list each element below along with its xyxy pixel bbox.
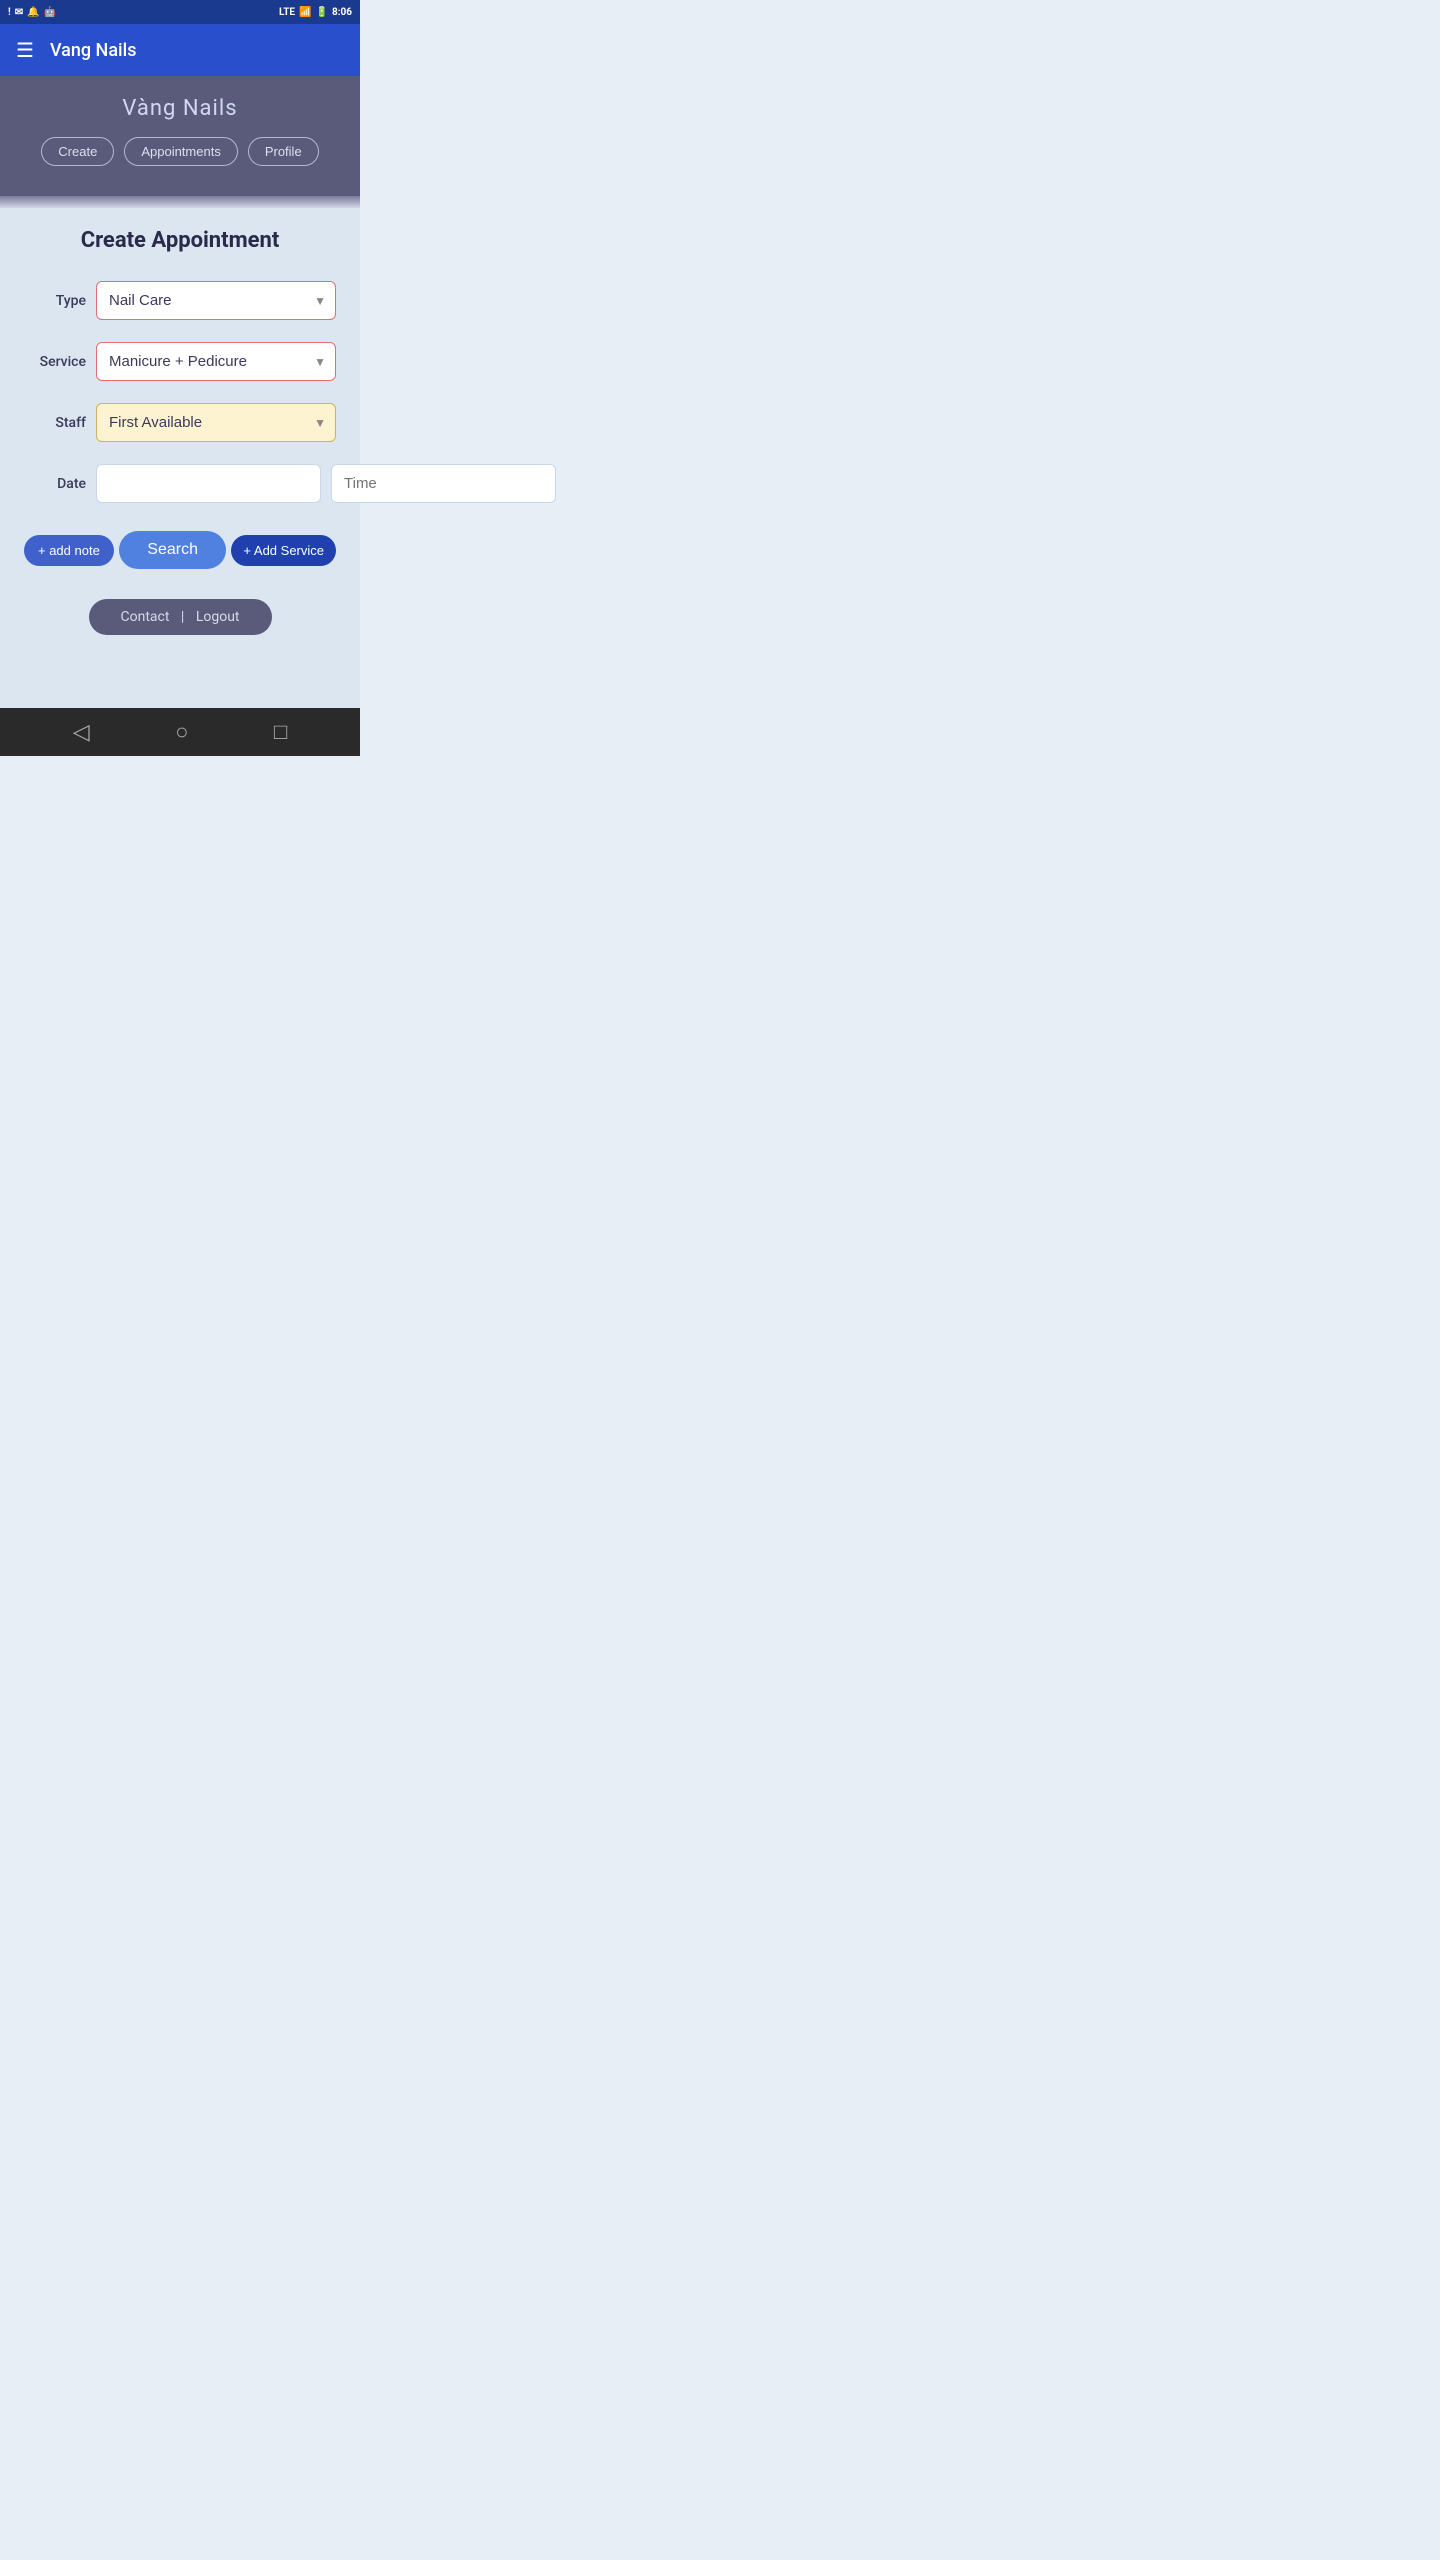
recents-icon[interactable]: □ bbox=[274, 719, 287, 745]
service-select[interactable]: Manicure + Pedicure Manicure Pedicure bbox=[96, 342, 336, 381]
profile-button[interactable]: Profile bbox=[248, 137, 319, 166]
staff-label: Staff bbox=[24, 415, 86, 431]
page-title: Create Appointment bbox=[24, 228, 336, 253]
network-type: LTE bbox=[279, 7, 295, 18]
staff-select[interactable]: First Available Any Staff bbox=[96, 403, 336, 442]
time-display: 8:06 bbox=[332, 7, 352, 18]
home-icon[interactable]: ○ bbox=[175, 719, 188, 745]
signal-icon: 📶 bbox=[299, 7, 311, 18]
date-row: Date bbox=[24, 464, 336, 503]
android-icon: 🤖 bbox=[44, 7, 56, 18]
app-bar: ☰ Vang Nails bbox=[0, 24, 360, 76]
salon-name: Vàng Nails bbox=[122, 96, 237, 121]
date-input[interactable] bbox=[96, 464, 321, 503]
contact-link[interactable]: Contact bbox=[121, 609, 170, 625]
create-button[interactable]: Create bbox=[41, 137, 114, 166]
salon-header: Vàng Nails Create Appointments Profile bbox=[0, 76, 360, 196]
back-icon[interactable]: ◁ bbox=[73, 720, 90, 745]
date-label: Date bbox=[24, 476, 86, 492]
main-content: Create Appointment Type Nail Care Hair S… bbox=[0, 208, 360, 708]
service-label: Service bbox=[24, 354, 86, 370]
message-icon: ✉ bbox=[15, 7, 23, 18]
service-row: Service Manicure + Pedicure Manicure Ped… bbox=[24, 342, 336, 381]
service-select-wrapper: Manicure + Pedicure Manicure Pedicure ▼ bbox=[96, 342, 336, 381]
add-note-button[interactable]: + add note bbox=[24, 535, 114, 566]
type-row: Type Nail Care Hair Spa ▼ bbox=[24, 281, 336, 320]
staff-row: Staff First Available Any Staff ▼ bbox=[24, 403, 336, 442]
type-select-wrapper: Nail Care Hair Spa ▼ bbox=[96, 281, 336, 320]
type-select[interactable]: Nail Care Hair Spa bbox=[96, 281, 336, 320]
add-service-button[interactable]: + Add Service bbox=[231, 535, 336, 566]
staff-select-wrapper: First Available Any Staff ▼ bbox=[96, 403, 336, 442]
notification-icon: ! bbox=[8, 7, 11, 18]
bottom-nav: ◁ ○ □ bbox=[0, 708, 360, 756]
battery-icon: 🔋 bbox=[316, 7, 328, 18]
footer: Contact | Logout bbox=[24, 599, 336, 645]
transition-area bbox=[0, 196, 360, 208]
alert-icon: 🔔 bbox=[27, 7, 39, 18]
nav-buttons: Create Appointments Profile bbox=[41, 137, 318, 166]
hamburger-menu-icon[interactable]: ☰ bbox=[16, 38, 34, 62]
app-bar-title: Vang Nails bbox=[50, 40, 137, 61]
logout-link[interactable]: Logout bbox=[196, 609, 240, 625]
footer-pill: Contact | Logout bbox=[89, 599, 272, 635]
footer-divider: | bbox=[181, 609, 184, 625]
appointments-button[interactable]: Appointments bbox=[124, 137, 238, 166]
status-bar-left: ! ✉ 🔔 🤖 bbox=[8, 7, 56, 18]
status-bar: ! ✉ 🔔 🤖 LTE 📶 🔋 8:06 bbox=[0, 0, 360, 24]
action-row: + add note Search + Add Service bbox=[24, 531, 336, 569]
type-label: Type bbox=[24, 293, 86, 309]
status-bar-right: LTE 📶 🔋 8:06 bbox=[279, 7, 352, 18]
search-button[interactable]: Search bbox=[119, 531, 226, 569]
time-input[interactable] bbox=[331, 464, 556, 503]
